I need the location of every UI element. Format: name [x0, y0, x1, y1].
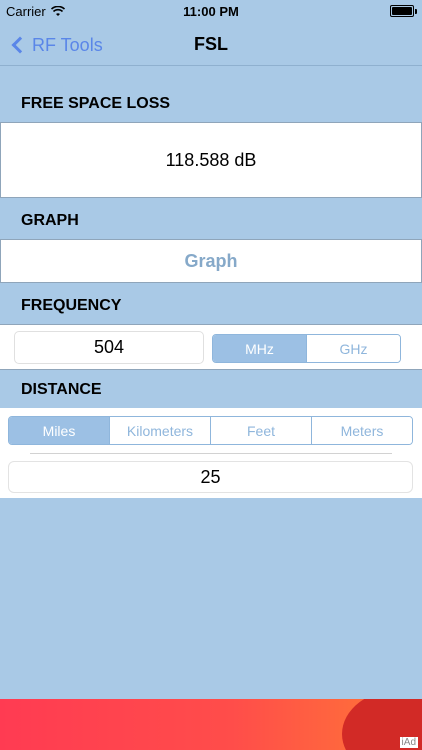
distance-unit-segmented-control: Miles Kilometers Feet Meters	[8, 416, 413, 445]
graph-button[interactable]: Graph	[0, 239, 422, 283]
segment-ghz[interactable]: GHz	[306, 335, 400, 362]
frequency-row: MHz GHz	[0, 324, 422, 370]
frequency-unit-segmented-control: MHz GHz	[212, 334, 401, 363]
segment-mhz[interactable]: MHz	[213, 335, 306, 362]
segment-meters[interactable]: Meters	[311, 417, 412, 444]
frequency-input[interactable]	[14, 331, 204, 364]
result-display: 118.588 dB	[0, 122, 422, 198]
ad-label: iAd	[399, 737, 418, 748]
distance-input[interactable]	[8, 461, 413, 493]
ad-banner[interactable]: iAd	[0, 699, 422, 750]
navigation-bar: RF Tools FSL	[0, 24, 422, 66]
section-header-graph: GRAPH	[21, 212, 79, 229]
section-header-free-space-loss: FREE SPACE LOSS	[21, 95, 171, 112]
section-header-frequency: FREQUENCY	[21, 297, 122, 314]
segment-kilometers[interactable]: Kilometers	[109, 417, 210, 444]
page-title: FSL	[194, 34, 228, 54]
segment-miles[interactable]: Miles	[9, 417, 109, 444]
result-value: 118.588 dB	[165, 149, 257, 170]
status-time: 11:00 PM	[183, 4, 239, 19]
divider	[30, 453, 392, 454]
status-bar: Carrier 11:00 PM	[0, 0, 422, 24]
battery-icon	[390, 5, 414, 17]
section-header-distance: DISTANCE	[21, 381, 102, 398]
battery-tip	[415, 9, 417, 14]
segment-feet[interactable]: Feet	[210, 417, 311, 444]
